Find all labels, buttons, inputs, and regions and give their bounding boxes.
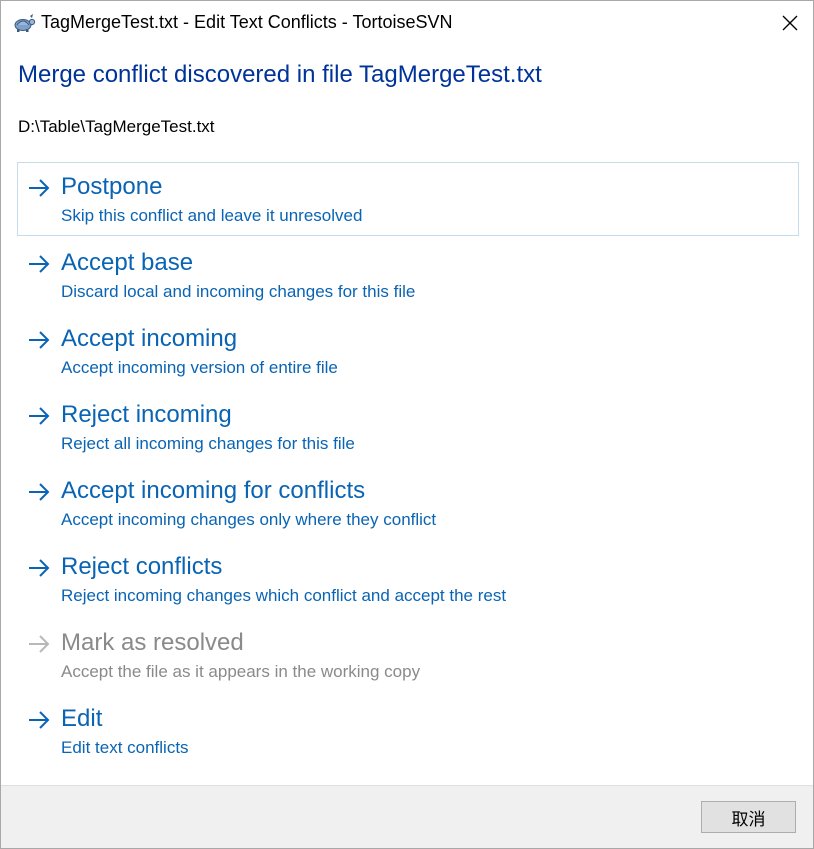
command-label: Mark as resolved xyxy=(61,629,244,656)
dialog-window: TagMergeTest.txt - Edit Text Conflicts -… xyxy=(0,0,814,849)
main-instruction: Merge conflict discovered in file TagMer… xyxy=(18,61,542,88)
command-description: Accept incoming version of entire file xyxy=(61,358,338,377)
command-label: Accept incoming for conflicts xyxy=(61,477,366,504)
command-accept-incoming-for-conflicts[interactable]: Accept incoming for conflicts Accept inc… xyxy=(17,466,799,540)
command-label: Accept base xyxy=(61,249,194,276)
cancel-button[interactable]: 取消 xyxy=(701,801,796,833)
command-reject-incoming[interactable]: Reject incoming Reject all incoming chan… xyxy=(17,390,799,464)
command-label: Postpone xyxy=(61,173,163,200)
command-accept-incoming[interactable]: Accept incoming Accept incoming version … xyxy=(17,314,799,388)
close-button[interactable] xyxy=(767,1,813,45)
arrow-right-icon xyxy=(29,483,50,501)
command-description: Reject all incoming changes for this fil… xyxy=(61,434,355,453)
command-description: Accept incoming changes only where they … xyxy=(61,510,437,529)
command-description: Reject incoming changes which conflict a… xyxy=(61,586,507,605)
file-path-text: D:\Table\TagMergeTest.txt xyxy=(18,117,215,136)
command-accept-base[interactable]: Accept base Discard local and incoming c… xyxy=(17,238,799,312)
arrow-right-icon xyxy=(29,407,50,425)
command-edit[interactable]: Edit Edit text conflicts xyxy=(17,694,799,768)
arrow-right-icon xyxy=(29,711,50,729)
command-mark-as-resolved: Mark as resolved Accept the file as it a… xyxy=(17,618,799,692)
tortoise-icon xyxy=(14,14,36,32)
command-label: Reject conflicts xyxy=(61,553,223,580)
command-postpone[interactable]: Postpone Skip this conflict and leave it… xyxy=(17,162,799,236)
close-icon xyxy=(782,15,798,31)
arrow-right-icon xyxy=(29,255,50,273)
command-description: Accept the file as it appears in the wor… xyxy=(61,662,421,681)
window-title: TagMergeTest.txt - Edit Text Conflicts -… xyxy=(41,12,453,32)
command-description: Discard local and incoming changes for t… xyxy=(61,282,416,301)
command-reject-conflicts[interactable]: Reject conflicts Reject incoming changes… xyxy=(17,542,799,616)
arrow-right-icon xyxy=(29,179,50,197)
title-bar[interactable]: TagMergeTest.txt - Edit Text Conflicts -… xyxy=(1,1,813,45)
arrow-right-icon xyxy=(29,331,50,349)
dialog-footer: 取消 xyxy=(1,785,813,848)
arrow-right-icon xyxy=(29,635,50,653)
command-label: Reject incoming xyxy=(61,401,232,428)
command-label: Edit xyxy=(61,705,103,732)
arrow-right-icon xyxy=(29,559,50,577)
command-label: Accept incoming xyxy=(61,325,238,352)
command-link-list: Postpone Skip this conflict and leave it… xyxy=(17,162,799,770)
command-description: Skip this conflict and leave it unresolv… xyxy=(61,206,363,225)
command-description: Edit text conflicts xyxy=(61,738,189,757)
